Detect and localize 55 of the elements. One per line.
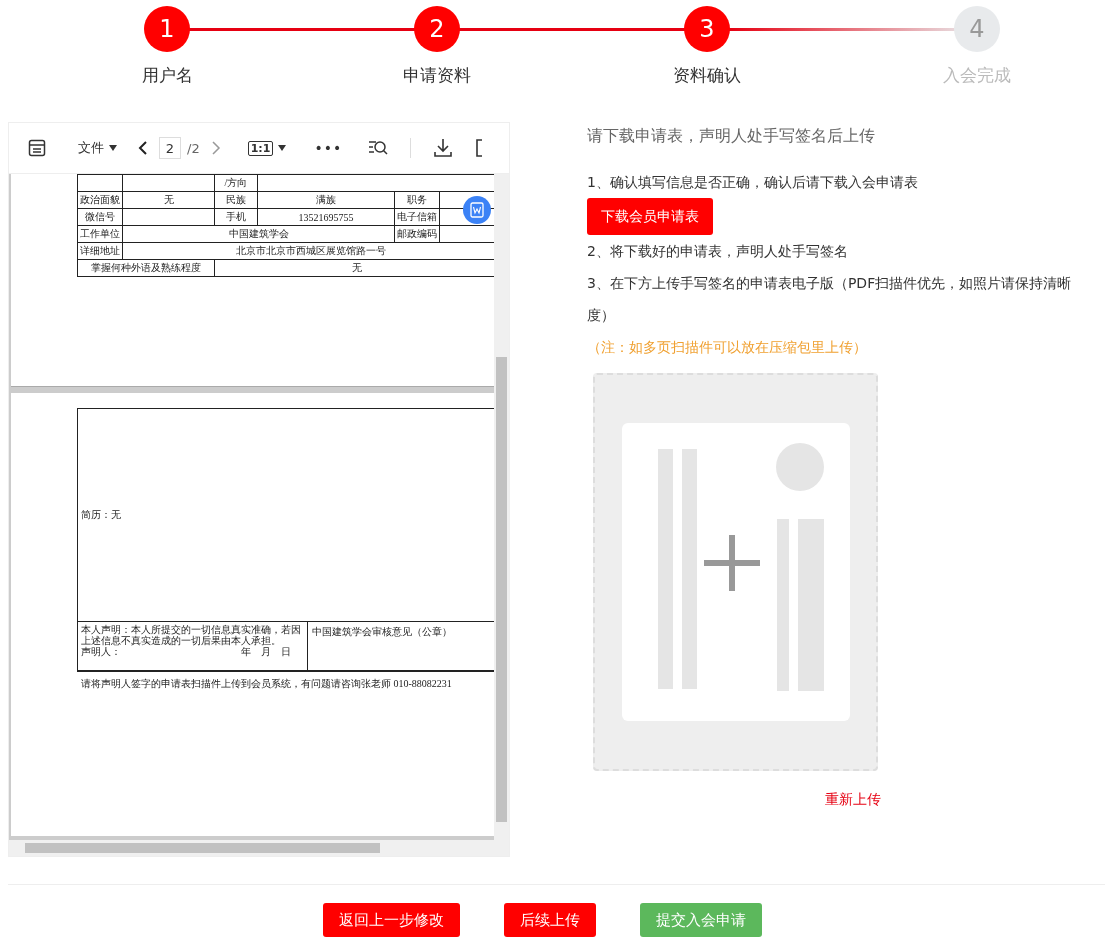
reupload-link[interactable]: 重新上传 xyxy=(825,791,881,809)
more-button[interactable]: ••• xyxy=(314,140,343,156)
page-number-field[interactable]: 2 xyxy=(159,137,181,159)
step-number: 1 xyxy=(144,6,190,52)
resume-text: 简历：无 xyxy=(81,508,121,522)
instruction-text: 2、将下载好的申请表，声明人处手写签名 xyxy=(587,242,849,261)
table-cell: 民族 xyxy=(226,194,246,205)
step-label: 用户名 xyxy=(141,64,193,87)
image-placeholder-icon xyxy=(621,423,850,721)
file-menu[interactable]: 文件 xyxy=(78,139,117,157)
step-label: 申请资料 xyxy=(403,64,471,87)
table-cell: 邮政编码 xyxy=(397,228,437,239)
signer-label: 声明人： xyxy=(81,646,121,657)
panel-title: 请下载申请表，声明人处手写签名后上传 xyxy=(587,125,876,147)
action-button[interactable]: 返回上一步修改 xyxy=(323,903,460,937)
table-cell: /方向 xyxy=(224,177,248,188)
caret-icon xyxy=(109,145,117,151)
table-cell: 手机 xyxy=(226,211,246,222)
table-cell: 工作单位 xyxy=(80,228,120,239)
table-cell: 13521695755 xyxy=(298,211,354,223)
instruction-text: 1、确认填写信息是否正确，确认后请下载入会申请表 xyxy=(587,173,919,192)
table-cell: 中国建筑学会 xyxy=(228,228,289,239)
table-cell: 微信号 xyxy=(85,211,115,222)
action-button[interactable]: 后续上传 xyxy=(504,903,596,937)
step-number: 2 xyxy=(414,6,460,52)
vertical-scrollbar[interactable] xyxy=(494,174,509,840)
step-number: 4 xyxy=(954,6,1000,52)
horizontal-scrollbar[interactable] xyxy=(9,840,509,856)
next-page-icon[interactable] xyxy=(209,140,222,156)
table-cell: 北京市北京市西城区展览馆路一号 xyxy=(236,245,386,256)
download-form-button[interactable]: 下载会员申请表 xyxy=(587,198,713,235)
table-cell: 详细地址 xyxy=(80,245,120,256)
instruction-text: 3、在下方上传手写签名的申请表电子版（PDF扫描件优先，如照片请保持清晰度） xyxy=(587,274,1073,325)
footnote-text: 请将声明人签字的申请表扫描件上传到会员系统，有问题请咨询张老师 010-88082231 xyxy=(81,677,453,691)
table-cell: 电子信箱 xyxy=(397,211,437,222)
review-label: 中国建筑学会审核意见（公章） xyxy=(312,626,452,637)
page-total: /2 xyxy=(187,140,200,156)
table-cell: 职务 xyxy=(407,194,427,205)
outline-icon[interactable] xyxy=(28,139,46,157)
declaration-text: 本人声明：本人所提交的一切信息真实准确，若因上述信息不真实造成的一切后果由本人承担。 xyxy=(81,624,301,646)
table-cell: 无 xyxy=(352,262,362,273)
search-icon[interactable] xyxy=(368,139,389,157)
download-icon[interactable] xyxy=(433,138,454,158)
previous-page-icon[interactable] xyxy=(137,140,149,156)
table-cell: 无 xyxy=(163,194,174,205)
caret-icon xyxy=(278,145,287,151)
note-text: （注：如多页扫描件可以放在压缩包里上传） xyxy=(587,338,868,357)
action-button[interactable]: 提交入会申请 xyxy=(640,903,762,937)
step-label: 资料确认 xyxy=(673,64,741,87)
table-cell: 满族 xyxy=(316,194,336,205)
step-number: 3 xyxy=(684,6,730,52)
table-cell: 掌握何种外语及熟练程度 xyxy=(91,262,201,273)
date-label: 年 月 日 xyxy=(241,646,291,657)
step-label: 入会完成 xyxy=(943,64,1011,87)
table-cell: 政治面貌 xyxy=(80,194,120,205)
